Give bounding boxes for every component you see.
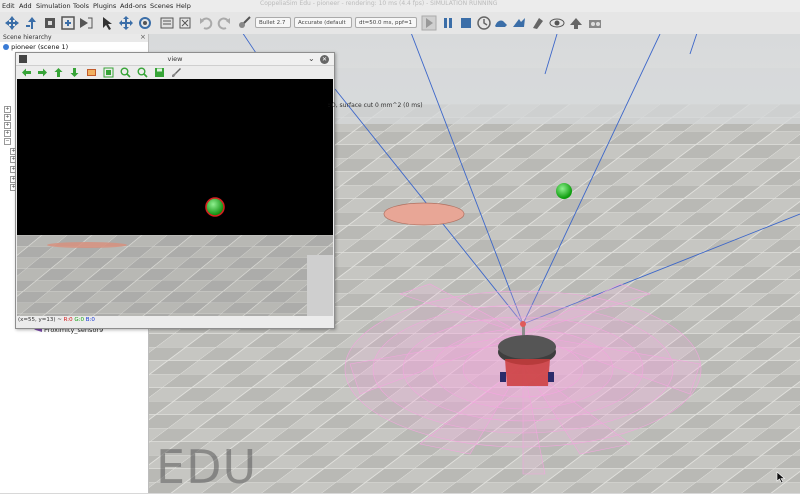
- scene-icon: [3, 44, 9, 50]
- main-toolbar: Bullet 2.7 Accurate (default dt=50.0 ms,…: [0, 12, 800, 35]
- brush-icon[interactable]: [171, 67, 182, 78]
- dynamics-settings-icon[interactable]: [236, 15, 252, 31]
- hierarchy-root-label: pioneer (scene 1): [11, 43, 69, 51]
- camera-target-disc: [47, 242, 127, 248]
- image-icon[interactable]: [86, 67, 97, 78]
- camera-pan-icon[interactable]: [4, 15, 20, 31]
- threaded-rendering-icon[interactable]: [530, 15, 546, 31]
- tree-expander[interactable]: +: [4, 122, 11, 129]
- scene-icon[interactable]: [587, 15, 603, 31]
- camera-zoom-icon[interactable]: [60, 15, 76, 31]
- menu-add-ons[interactable]: Add-ons: [120, 2, 147, 10]
- menu-plugins[interactable]: Plugins: [93, 2, 116, 10]
- arrow-left-icon[interactable]: [21, 67, 32, 78]
- menu-scenes[interactable]: Scenes: [150, 2, 173, 10]
- zoom-in-icon[interactable]: [120, 67, 131, 78]
- accuracy-select[interactable]: Accurate (default: [294, 17, 352, 28]
- faster-icon[interactable]: [511, 15, 527, 31]
- target-disc: [383, 202, 465, 226]
- page-icon[interactable]: [568, 15, 584, 31]
- menu-bar: Edit Add Simulation Tools Plugins Add-on…: [0, 0, 800, 12]
- menu-tools[interactable]: Tools: [73, 2, 89, 10]
- object-shift-icon[interactable]: [118, 15, 134, 31]
- camera-rotate-icon[interactable]: [24, 15, 40, 31]
- transfer-dna-icon[interactable]: [177, 15, 193, 31]
- camera-shift-icon[interactable]: [42, 15, 58, 31]
- camera-wall-object: [307, 255, 333, 316]
- engine-select[interactable]: Bullet 2.7: [255, 17, 291, 28]
- green-sphere[interactable]: [556, 183, 572, 199]
- pause-simulation-icon[interactable]: [440, 15, 456, 31]
- arrow-up-icon[interactable]: [53, 67, 64, 78]
- hierarchy-close-button[interactable]: ×: [140, 34, 146, 41]
- pixel-g-value: G:0: [74, 317, 85, 323]
- tree-expander[interactable]: +: [4, 106, 11, 113]
- mouse-cursor-icon: [776, 471, 786, 483]
- hierarchy-root-item[interactable]: pioneer (scene 1): [3, 43, 68, 51]
- vision-sensor-view-window: view ⌄ ✕ (x=55, y=13) ~ R:0 G:0 B:0: [15, 52, 335, 329]
- fit-icon[interactable]: [103, 67, 114, 78]
- pixel-r-value: R:0: [63, 317, 73, 323]
- camera-sky-region: [17, 79, 333, 235]
- view-toolbar: [16, 66, 334, 79]
- timestep-select[interactable]: dt=50.0 ms, ppf=1: [355, 17, 417, 28]
- view-titlebar[interactable]: view ⌄ ✕: [16, 53, 334, 66]
- arrow-right-icon[interactable]: [37, 67, 48, 78]
- close-icon[interactable]: ✕: [320, 55, 329, 64]
- stop-simulation-icon[interactable]: [458, 15, 474, 31]
- object-select-icon[interactable]: [100, 15, 116, 31]
- menu-add[interactable]: Add: [19, 2, 32, 10]
- redo-icon[interactable]: [216, 15, 232, 31]
- calculation-info-text: : 0, surface cut 0 mm^2 (0 ms): [328, 102, 423, 109]
- object-rotate-icon[interactable]: [137, 15, 153, 31]
- zoom-out-icon[interactable]: [137, 67, 148, 78]
- slower-icon[interactable]: [493, 15, 509, 31]
- camera-image-canvas[interactable]: [17, 79, 333, 316]
- real-time-icon[interactable]: [476, 15, 492, 31]
- pixel-b-value: B:0: [85, 317, 95, 323]
- arrow-down-icon[interactable]: [69, 67, 80, 78]
- pixel-coords: (x=55, y=13) ~: [18, 317, 64, 323]
- save-icon[interactable]: [154, 67, 165, 78]
- hierarchy-header: Scene hierarchy ×: [0, 34, 148, 42]
- menu-edit[interactable]: Edit: [2, 2, 15, 10]
- camera-green-sphere: [205, 197, 225, 217]
- chevron-down-icon[interactable]: ⌄: [308, 54, 315, 63]
- view-title: view: [167, 55, 183, 63]
- menu-help[interactable]: Help: [176, 2, 191, 10]
- pixel-readout: (x=55, y=13) ~ R:0 G:0 B:0: [18, 317, 95, 323]
- visualization-toggle-icon[interactable]: [549, 15, 565, 31]
- undo-icon[interactable]: [198, 15, 214, 31]
- tree-expander[interactable]: −: [4, 138, 11, 145]
- tree-expander[interactable]: +: [4, 114, 11, 121]
- camera-fit-icon[interactable]: [78, 15, 94, 31]
- edu-watermark: EDU: [156, 440, 258, 494]
- menu-simulation[interactable]: Simulation: [36, 2, 71, 10]
- window-title: CoppeliaSim Edu - pioneer - rendering: 1…: [260, 0, 498, 7]
- assemble-icon[interactable]: [159, 15, 175, 31]
- start-simulation-icon[interactable]: [421, 15, 437, 31]
- tree-expander[interactable]: +: [4, 130, 11, 137]
- hierarchy-title: Scene hierarchy: [3, 34, 52, 41]
